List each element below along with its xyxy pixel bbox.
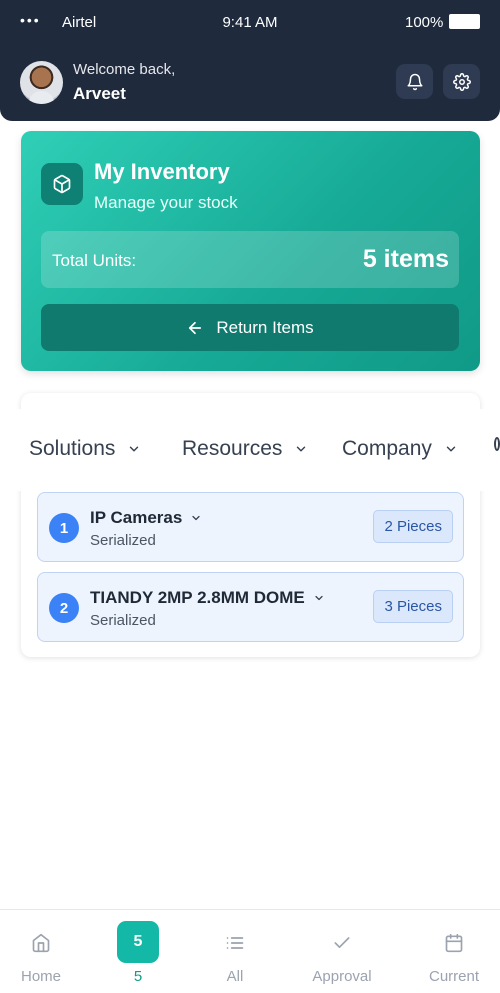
tab-active-label: 5 xyxy=(133,968,143,985)
item-quantity-badge: 2 Pieces xyxy=(373,510,453,543)
tab-current[interactable]: Current xyxy=(404,910,500,993)
tab-all[interactable]: All xyxy=(185,910,285,993)
tab-current-label: Current xyxy=(428,968,480,985)
nav-item-company[interactable]: Company xyxy=(342,437,458,461)
inventory-subtitle: Manage your stock xyxy=(94,193,238,212)
total-units-label: Total Units: xyxy=(52,251,137,270)
nav-item-label: Resources xyxy=(182,437,283,460)
check-icon xyxy=(331,932,353,954)
return-items-label: Return Items xyxy=(216,317,314,337)
nav-menu-bar: Solutions Resources Company xyxy=(0,409,500,491)
chevron-down-icon xyxy=(192,515,200,521)
bell-icon xyxy=(407,73,422,90)
item-name: IP Cameras xyxy=(90,508,183,527)
nav-item-more[interactable] xyxy=(494,437,500,451)
welcome-text: Welcome back, xyxy=(73,61,176,78)
list-item[interactable]: 1 IP Cameras Serialized 2 Pieces xyxy=(37,492,464,562)
calendar-icon xyxy=(443,932,465,954)
item-title[interactable]: TIANDY 2MP 2.8MM DOME xyxy=(90,588,325,608)
chevron-down-icon xyxy=(446,446,456,452)
user-name: Arveet xyxy=(73,84,126,103)
nav-item-solutions[interactable]: Solutions xyxy=(29,437,141,461)
tab-active[interactable]: 5 5 xyxy=(88,910,188,993)
tab-home-label: Home xyxy=(20,968,61,985)
tab-approval-label: Approval xyxy=(312,968,372,985)
avatar[interactable] xyxy=(20,61,63,104)
item-quantity-badge: 3 Pieces xyxy=(373,590,453,623)
nav-item-label: Solutions xyxy=(29,437,116,460)
gear-icon xyxy=(452,72,471,91)
total-units-value: 5 items xyxy=(362,245,449,273)
inventory-card: My Inventory Manage your stock Total Uni… xyxy=(21,131,480,371)
item-type: Serialized xyxy=(90,612,156,629)
bottom-tab-bar: Home 5 5 All Approval Current xyxy=(0,909,500,993)
battery-icon xyxy=(449,14,480,29)
chevron-down-icon xyxy=(315,595,323,601)
nav-item-label: Company xyxy=(342,437,432,460)
item-type: Serialized xyxy=(90,532,156,549)
chevron-down-icon xyxy=(297,446,306,452)
home-icon xyxy=(30,932,52,954)
active-count-badge: 5 xyxy=(117,921,159,963)
tab-all-label: All xyxy=(226,968,244,985)
item-index-badge: 1 xyxy=(49,513,79,543)
app-header: ••• Airtel 9:41 AM 100% Welcome back, Ar… xyxy=(0,0,500,121)
item-title[interactable]: IP Cameras xyxy=(90,508,202,528)
nav-item-resources[interactable]: Resources xyxy=(182,437,308,461)
settings-button[interactable] xyxy=(443,64,480,99)
tab-approval[interactable]: Approval xyxy=(292,910,392,993)
item-name: TIANDY 2MP 2.8MM DOME xyxy=(90,588,305,607)
tab-home[interactable]: Home xyxy=(0,910,91,993)
list-item[interactable]: 2 TIANDY 2MP 2.8MM DOME Serialized 3 Pie… xyxy=(37,572,464,642)
total-units-box: Total Units: 5 items xyxy=(41,231,459,288)
arrow-left-icon xyxy=(189,321,202,334)
list-icon xyxy=(224,932,246,954)
return-items-button[interactable]: Return Items xyxy=(41,304,459,351)
inventory-title: My Inventory xyxy=(94,159,230,184)
box-icon xyxy=(41,163,83,205)
battery-percent: 100% xyxy=(405,14,444,31)
item-index-badge: 2 xyxy=(49,593,79,623)
chevron-down-icon xyxy=(130,446,139,452)
status-bar: ••• Airtel 9:41 AM 100% xyxy=(0,0,500,44)
notifications-button[interactable] xyxy=(396,64,433,99)
